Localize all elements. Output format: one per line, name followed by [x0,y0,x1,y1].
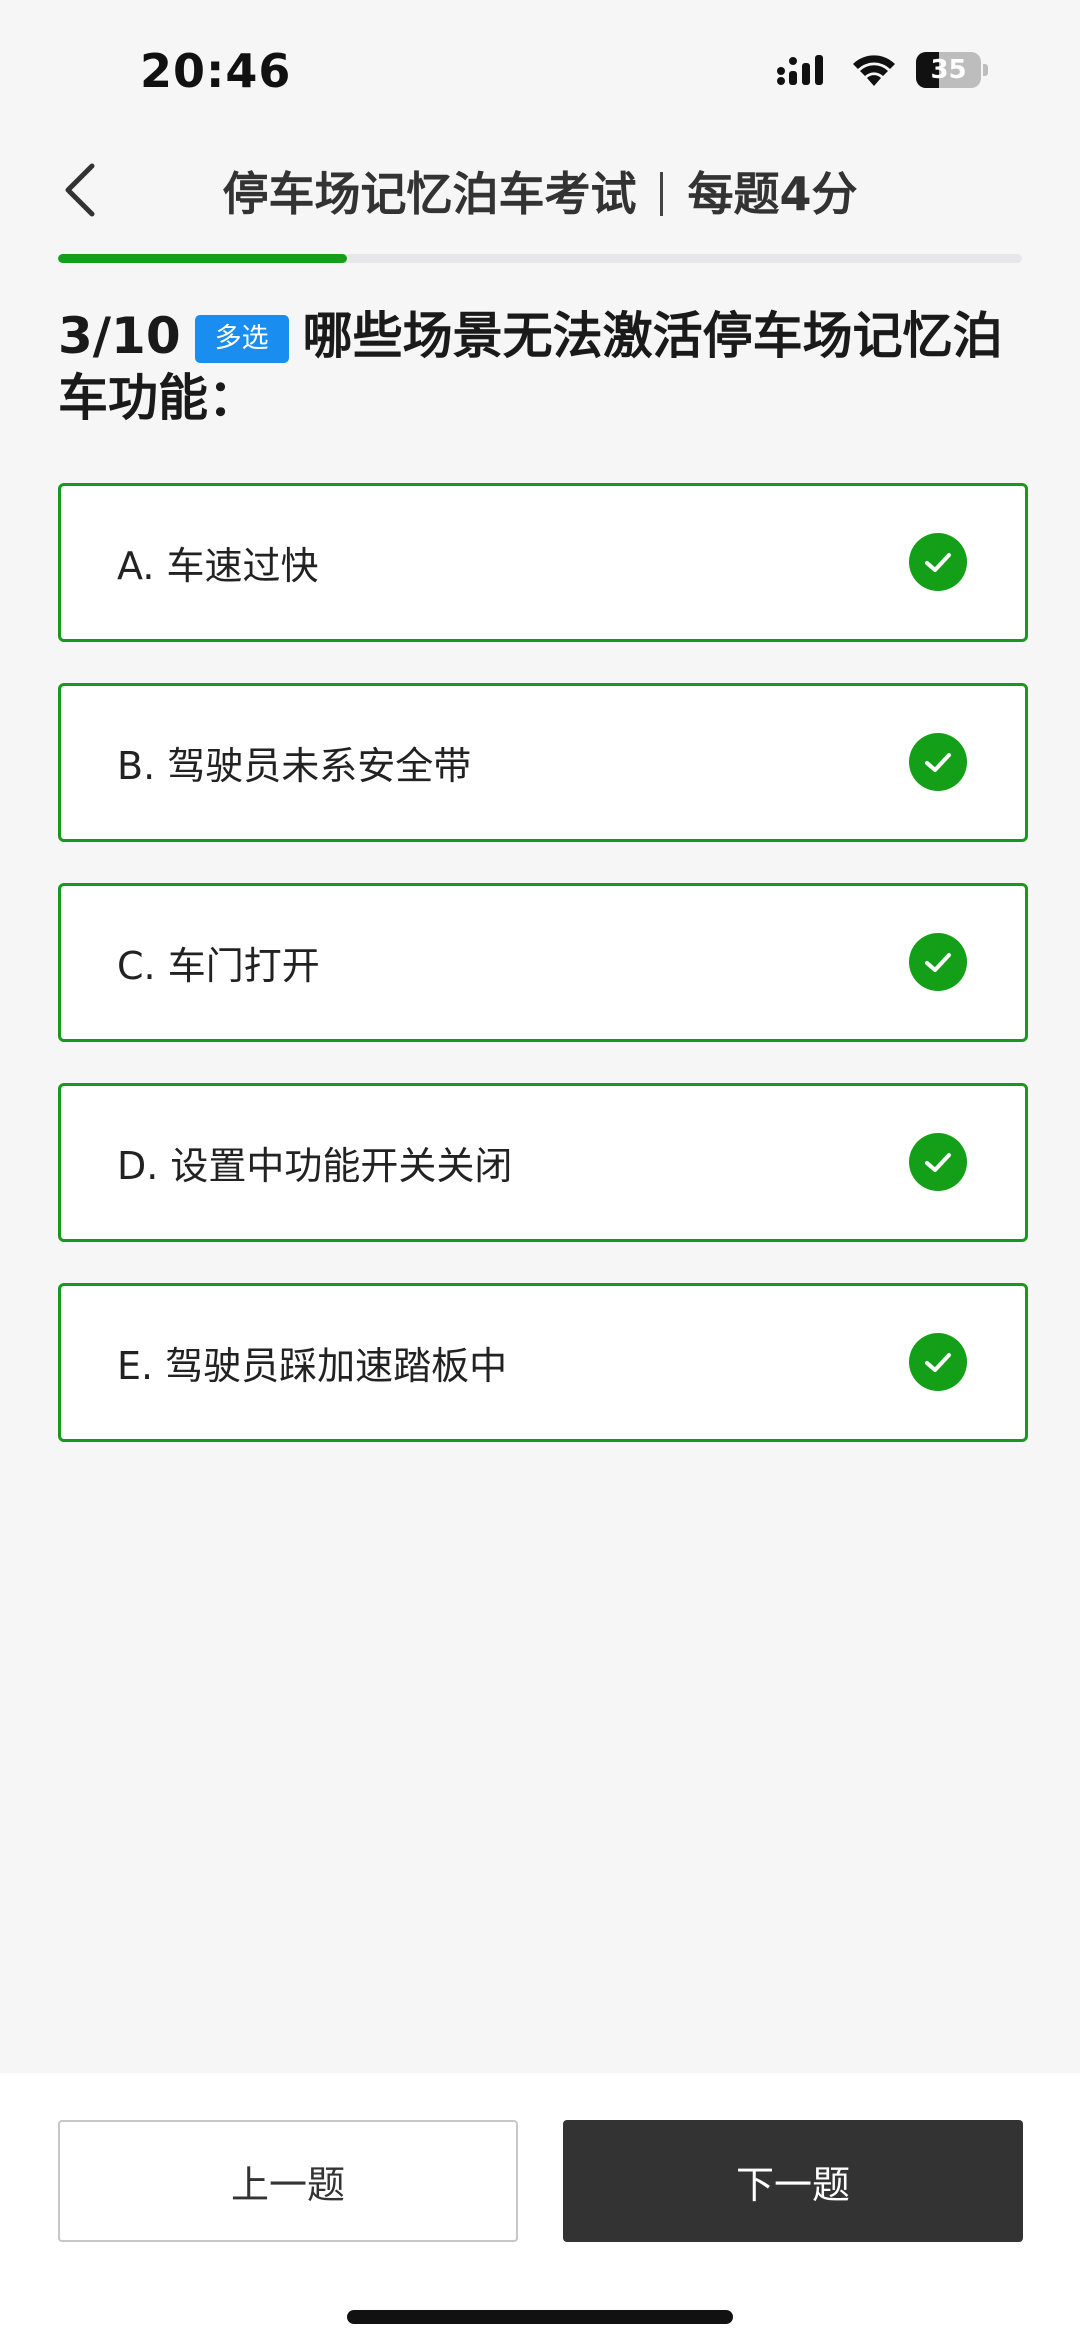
page-title: 停车场记忆泊车考试 每题4分 [0,158,1080,224]
wifi-icon [853,55,895,86]
bottom-bar: 上一题 下一题 [0,2073,1080,2341]
status-icons: 35 [776,52,988,88]
option-b[interactable]: B. 驾驶员未系安全带 [58,683,1028,842]
score-rule: 每题4分 [687,167,858,221]
option-e[interactable]: E. 驾驶员踩加速踏板中 [58,1283,1028,1442]
check-circle-icon [909,933,967,991]
question-number: 3/10 [58,307,181,365]
home-indicator[interactable] [347,2310,733,2324]
question: 3/10 多选 哪些场景无法激活停车场记忆泊车功能： [58,305,1022,429]
check-circle-icon [909,1333,967,1391]
check-circle-icon [909,733,967,791]
option-label: C. 车门打开 [117,944,320,988]
check-circle-icon [909,1133,967,1191]
exam-title: 停车场记忆泊车考试 [222,167,637,221]
option-label: A. 车速过快 [117,544,319,588]
battery-icon: 35 [916,52,988,88]
question-type-badge: 多选 [194,315,289,363]
progress-fill [58,254,348,263]
option-a[interactable]: A. 车速过快 [58,483,1028,642]
options-list: A. 车速过快 B. 驾驶员未系安全带 C. 车门打开 D. 设置中功能开关关闭 [58,483,1028,1483]
check-circle-icon [909,533,967,591]
battery-level: 35 [930,55,967,85]
option-label: D. 设置中功能开关关闭 [117,1144,513,1188]
exam-screen: 20:46 35 停车场记忆泊车考试 每题4分 3/10 多选 哪些场景无法激活… [0,0,1080,2341]
option-label: B. 驾驶员未系安全带 [117,744,472,788]
status-bar: 20:46 35 [0,0,1080,130]
header: 停车场记忆泊车考试 每题4分 [0,140,1080,240]
progress-bar [58,254,1022,263]
cellular-signal-icon [777,55,823,85]
status-time: 20:46 [140,44,292,98]
option-d[interactable]: D. 设置中功能开关关闭 [58,1083,1028,1242]
next-question-button[interactable]: 下一题 [563,2120,1023,2242]
title-divider [660,172,664,216]
option-c[interactable]: C. 车门打开 [58,883,1028,1042]
previous-question-button[interactable]: 上一题 [58,2120,518,2242]
option-label: E. 驾驶员踩加速踏板中 [117,1344,508,1388]
